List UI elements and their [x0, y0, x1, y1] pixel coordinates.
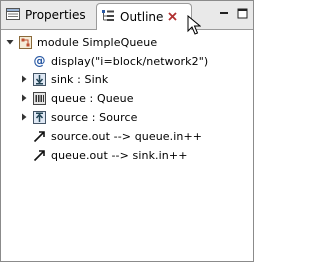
mouse-cursor-icon: [187, 14, 202, 38]
collapsed-chevron-icon[interactable]: [19, 112, 28, 122]
tab-properties[interactable]: Properties: [2, 3, 95, 27]
tab-properties-label: Properties: [25, 8, 86, 22]
expanded-chevron-icon[interactable]: [5, 37, 14, 47]
tree-node-sink[interactable]: sink : Sink: [19, 70, 108, 88]
outline-icon: [101, 9, 115, 26]
tree-node-label: display("i=block/network2"): [51, 54, 209, 68]
tree-node-module[interactable]: module SimpleQueue: [5, 33, 157, 51]
view-tab-bar: Properties Outline: [1, 1, 253, 35]
minimize-button[interactable]: [217, 6, 231, 20]
tree-node-label: module SimpleQueue: [37, 35, 158, 49]
tree-node-label: sink : Sink: [51, 72, 109, 86]
source-icon: [33, 110, 46, 124]
close-tab-icon[interactable]: [168, 11, 178, 24]
tree-node-source[interactable]: source : Source: [19, 108, 138, 126]
queue-icon: [33, 91, 46, 105]
tree-node-label: source : Source: [51, 110, 138, 124]
tab-outline[interactable]: Outline: [96, 3, 192, 30]
tree-node-display[interactable]: @ display("i=block/network2"): [19, 52, 209, 70]
collapsed-chevron-icon[interactable]: [19, 93, 28, 103]
outline-view: Properties Outline module SimpleQueue @ …: [0, 0, 254, 262]
tree-node-label: source.out --> queue.in++: [51, 129, 203, 143]
module-icon: [19, 35, 32, 49]
tab-outline-label: Outline: [120, 10, 164, 24]
collapsed-chevron-icon[interactable]: [19, 74, 28, 84]
maximize-button[interactable]: [235, 6, 249, 20]
tree-node-connection[interactable]: source.out --> queue.in++: [19, 127, 202, 145]
tree-node-queue[interactable]: queue : Queue: [19, 89, 134, 107]
tree-node-connection[interactable]: queue.out --> sink.in++: [19, 146, 188, 164]
at-sign-icon: @: [33, 54, 46, 68]
sink-icon: [33, 72, 46, 86]
tree-node-label: queue.out --> sink.in++: [51, 148, 188, 162]
connection-arrow-icon: [33, 149, 46, 162]
tree-node-label: queue : Queue: [51, 91, 134, 105]
properties-icon: [6, 7, 20, 23]
connection-arrow-icon: [33, 130, 46, 143]
